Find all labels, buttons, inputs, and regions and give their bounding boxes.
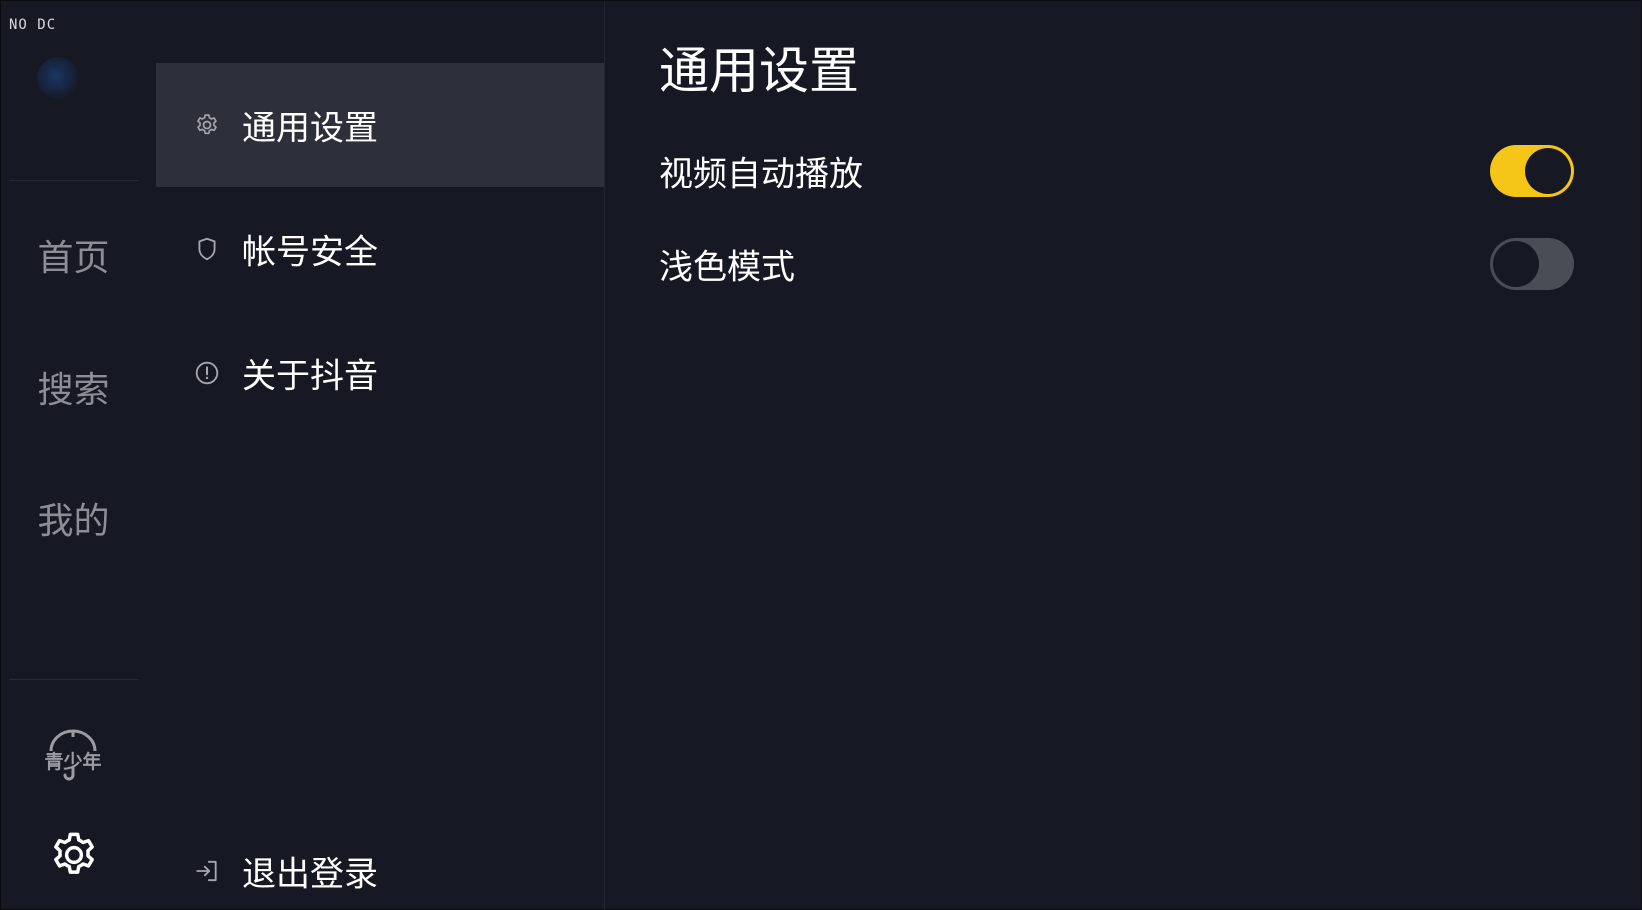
gear-icon[interactable] xyxy=(48,829,100,881)
menu-item-label: 关于抖音 xyxy=(242,356,378,397)
general-settings-panel: 通用设置 视频自动播放 浅色模式 xyxy=(605,1,1641,910)
rail-divider xyxy=(9,180,139,181)
app-logo-icon xyxy=(37,57,79,99)
setting-row-light-mode: 浅色模式 xyxy=(659,234,1574,294)
light-mode-toggle[interactable] xyxy=(1490,238,1574,290)
settings-menu: 通用设置 帐号安全 关于抖音 退出登录 xyxy=(156,1,604,910)
settings-screen: NO DC 首页 搜索 我的 青少年 通用设置 帐号安全 关于抖音 退出登录 通… xyxy=(0,0,1642,910)
setting-label: 视频自动播放 xyxy=(659,154,863,195)
left-rail: 首页 搜索 我的 青少年 xyxy=(1,1,156,910)
menu-item-label: 帐号安全 xyxy=(242,232,378,273)
page-title: 通用设置 xyxy=(659,42,859,100)
setting-label: 浅色模式 xyxy=(659,247,795,288)
logout-button[interactable]: 退出登录 xyxy=(156,809,604,910)
rail-nav-home[interactable]: 首页 xyxy=(1,229,146,281)
shield-icon xyxy=(198,237,216,261)
menu-item-account-security[interactable]: 帐号安全 xyxy=(156,187,604,311)
logout-arrow-icon xyxy=(196,860,217,882)
rail-nav-mine[interactable]: 我的 xyxy=(1,492,146,544)
menu-item-label: 通用设置 xyxy=(242,108,378,149)
menu-item-about[interactable]: 关于抖音 xyxy=(156,311,604,435)
rail-nav-search[interactable]: 搜索 xyxy=(1,361,146,413)
autoplay-toggle[interactable] xyxy=(1490,145,1574,197)
menu-item-general[interactable]: 通用设置 xyxy=(156,63,604,187)
teen-mode-label: 青少年 xyxy=(44,751,102,773)
setting-row-autoplay: 视频自动播放 xyxy=(659,141,1574,201)
info-circle-icon xyxy=(195,361,219,385)
rail-divider xyxy=(9,679,139,680)
gear-icon xyxy=(197,114,217,135)
toggle-knob xyxy=(1493,241,1539,287)
logout-label: 退出登录 xyxy=(242,854,378,895)
toggle-knob xyxy=(1525,148,1571,194)
teen-mode-button[interactable]: 青少年 xyxy=(41,729,105,785)
